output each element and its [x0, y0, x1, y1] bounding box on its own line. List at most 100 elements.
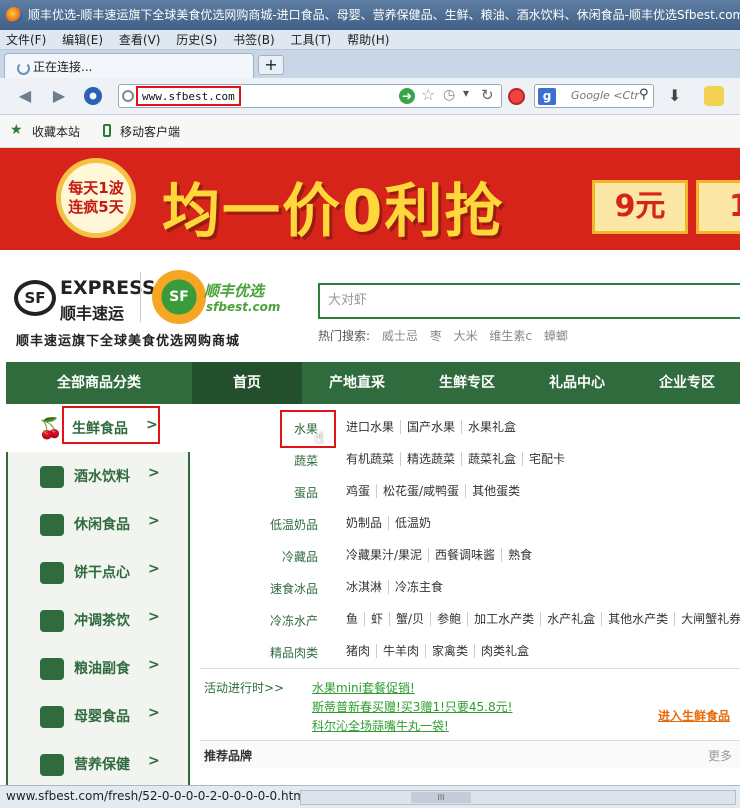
nav-home[interactable]: 首页 — [192, 362, 302, 404]
new-tab-button[interactable]: + — [258, 55, 284, 75]
go-arrow-icon[interactable]: ➜ — [399, 88, 415, 104]
horizontal-scrollbar[interactable]: III — [300, 790, 736, 805]
subcategory-link[interactable]: 其他水产类 — [601, 612, 674, 626]
recommend-more-link[interactable]: 更多 — [708, 747, 732, 764]
chevron-right-icon: > — [148, 561, 160, 577]
menu-bookmarks[interactable]: 书签(B) — [227, 30, 281, 50]
star-bookmark-icon[interactable]: ☆ — [421, 85, 435, 104]
nav-fresh[interactable]: 生鲜专区 — [412, 362, 522, 404]
magnifier-icon[interactable]: ⚲ — [639, 87, 649, 102]
menu-file[interactable]: 文件(F) — [0, 30, 52, 50]
subcategory-link[interactable]: 鸡蛋 — [340, 484, 376, 498]
sidebar-item-baby[interactable]: 母婴食品 > — [6, 692, 190, 740]
subcategory-link[interactable]: 大闸蟹礼券 — [674, 612, 740, 626]
subcategory-link[interactable]: 进口水果 — [340, 420, 400, 434]
home-icon[interactable] — [84, 87, 102, 105]
enter-fresh-link[interactable]: 进入生鲜食品 — [658, 707, 730, 724]
sidebar-item-tea[interactable]: 冲调茶饮 > — [6, 596, 190, 644]
subcategory-link[interactable]: 奶制品 — [340, 516, 388, 530]
star-icon: ★ — [10, 122, 23, 138]
sfbest-logo[interactable]: SF — [152, 270, 206, 324]
menu-tools[interactable]: 工具(T) — [285, 30, 338, 50]
sidebar-item-grain[interactable]: 粮油副食 > — [6, 644, 190, 692]
sidebar-item-biscuits[interactable]: 饼干点心 > — [6, 548, 190, 596]
adblock-icon[interactable] — [508, 88, 525, 105]
window-title: 顺丰优选-顺丰速运旗下全球美食优选网购商城-进口食品、母婴、营养保健品、生鲜、粮… — [0, 0, 740, 30]
subcategory-link[interactable]: 水产礼盒 — [540, 612, 601, 626]
category-name[interactable]: 速食冰品 — [200, 580, 318, 597]
promo-banner[interactable]: 每天1波 连疯5天 均一价0利抢 9元 1 — [0, 148, 740, 250]
subcategory-link[interactable]: 鱼 — [340, 612, 364, 626]
site-identity-icon[interactable] — [122, 90, 134, 102]
menu-history[interactable]: 历史(S) — [170, 30, 223, 50]
web-search-box[interactable]: g Google <Ctr ⚲ — [534, 84, 654, 108]
forward-arrow-icon[interactable]: ▶ — [48, 86, 70, 106]
subcategory-link[interactable]: 冰淇淋 — [340, 580, 388, 594]
subcategory-link[interactable]: 宅配卡 — [522, 452, 571, 466]
dropdown-arrow-icon[interactable]: ▾ — [463, 86, 469, 100]
subcategory-link[interactable]: 有机蔬菜 — [340, 452, 400, 466]
subcategory-link[interactable]: 松花蛋/咸鸭蛋 — [376, 484, 465, 498]
subcategory-link[interactable]: 低温奶 — [388, 516, 437, 530]
category-name[interactable]: 蛋品 — [200, 484, 318, 501]
chevron-right-icon: > — [148, 705, 160, 721]
hot-term[interactable]: 枣 — [430, 329, 442, 343]
category-name[interactable]: 蔬菜 — [200, 452, 318, 469]
menu-view[interactable]: 查看(V) — [113, 30, 167, 50]
bookmark-mobile-link[interactable]: 移动客户端 — [120, 123, 180, 140]
menu-help[interactable]: 帮助(H) — [341, 30, 395, 50]
url-text[interactable]: www.sfbest.com — [136, 86, 241, 106]
sidebar-item-drinks[interactable]: 酒水饮料 > — [6, 452, 190, 500]
subcategory-link[interactable]: 水果礼盒 — [461, 420, 522, 434]
subcategory-link[interactable]: 冷冻主食 — [388, 580, 449, 594]
subcategory-link[interactable]: 家禽类 — [425, 644, 474, 658]
tab-strip: 正在连接... + — [0, 50, 740, 78]
subcategory-link[interactable]: 其他蛋类 — [465, 484, 526, 498]
subcategory-link[interactable]: 猪肉 — [340, 644, 376, 658]
subcategory-link[interactable]: 虾 — [364, 612, 389, 626]
nav-origin[interactable]: 产地直采 — [302, 362, 412, 404]
sidebar-item-snacks[interactable]: 休闲食品 > — [6, 500, 190, 548]
sidebar-item-health[interactable]: 营养保健 > — [6, 740, 190, 788]
clock-icon[interactable]: ◷ — [443, 87, 455, 103]
sidebar-label: 酒水饮料 — [74, 469, 130, 485]
tab-current[interactable]: 正在连接... — [4, 53, 254, 78]
subcategory-link[interactable]: 冷藏果汁/果泥 — [340, 548, 428, 562]
subcategory-link[interactable]: 蔬菜礼盒 — [461, 452, 522, 466]
category-name[interactable]: 低温奶品 — [200, 516, 318, 533]
subcategory-link[interactable]: 加工水产类 — [467, 612, 540, 626]
extension-icon[interactable] — [704, 86, 724, 106]
logo-divider — [140, 272, 141, 322]
activity-link[interactable]: 科尔沁全场蒜嘴牛丸一袋! — [312, 717, 449, 734]
subcategory-link[interactable]: 牛羊肉 — [376, 644, 425, 658]
sidebar-label: 饼干点心 — [74, 565, 130, 581]
nav-gifts[interactable]: 礼品中心 — [522, 362, 632, 404]
category-name[interactable]: 精品肉类 — [200, 644, 318, 661]
hot-term[interactable]: 威士忌 — [382, 329, 418, 343]
nav-enterprise[interactable]: 企业专区 — [632, 362, 740, 404]
activity-link[interactable]: 水果mini套餐促销! — [312, 679, 415, 696]
subcategory-link[interactable]: 国产水果 — [400, 420, 461, 434]
download-icon[interactable]: ⬇ — [668, 86, 681, 105]
reload-icon[interactable]: ↻ — [481, 86, 494, 104]
subcategory-link[interactable]: 熟食 — [501, 548, 538, 562]
menu-edit[interactable]: 编辑(E) — [56, 30, 109, 50]
subcategory-link[interactable]: 肉类礼盒 — [474, 644, 535, 658]
nav-all-categories[interactable]: 全部商品分类 — [6, 362, 192, 404]
subcategory-link[interactable]: 蟹/贝 — [389, 612, 430, 626]
subcategory-link[interactable]: 精选蔬菜 — [400, 452, 461, 466]
hot-term[interactable]: 维生素c — [489, 329, 532, 343]
back-arrow-icon[interactable]: ◀ — [14, 86, 36, 106]
hot-term[interactable]: 大米 — [454, 329, 478, 343]
google-engine-icon[interactable]: g — [538, 88, 556, 105]
site-search-input[interactable]: 大对虾 — [318, 283, 740, 319]
category-name[interactable]: 冷藏品 — [200, 548, 318, 565]
url-bar[interactable]: www.sfbest.com ➜ ☆ ◷ ▾ ↻ — [118, 84, 502, 108]
hot-term[interactable]: 蟑螂 — [544, 329, 568, 343]
category-name[interactable]: 冷冻水产 — [200, 612, 318, 629]
bookmark-favorite-link[interactable]: 收藏本站 — [32, 123, 80, 140]
subcategory-link[interactable]: 参鲍 — [430, 612, 467, 626]
activity-link[interactable]: 斯蒂普新春买赠!买3赠1!只要45.8元! — [312, 698, 512, 715]
scroll-thumb[interactable]: III — [411, 792, 471, 803]
subcategory-link[interactable]: 西餐调味酱 — [428, 548, 501, 562]
